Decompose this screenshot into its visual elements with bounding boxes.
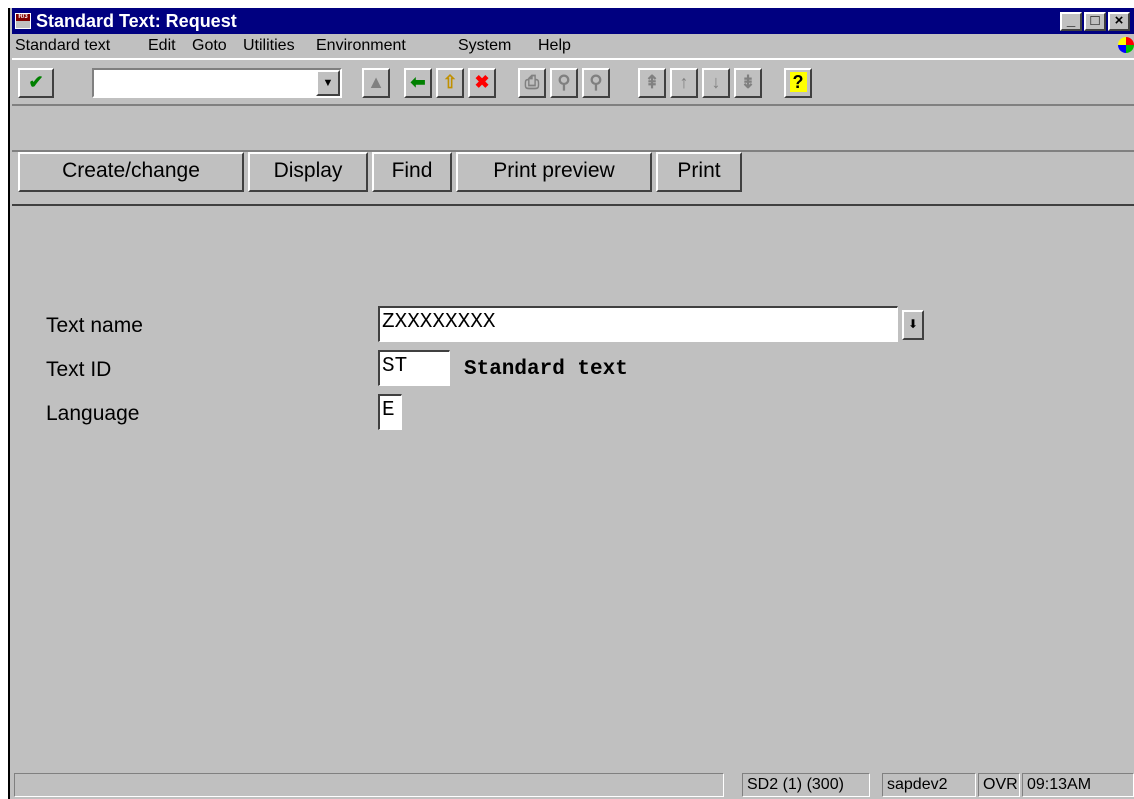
window-title: Standard Text: Request — [36, 11, 237, 31]
command-input[interactable] — [96, 71, 314, 95]
create-change-button[interactable]: Create/change — [18, 152, 244, 192]
maximize-button[interactable]: □ — [1084, 12, 1106, 31]
print-text-button[interactable]: Print — [656, 152, 742, 192]
window-frame: R/3 Standard Text: Request _ □ × Standar… — [8, 8, 1134, 799]
find-icon: ⚲ — [557, 72, 571, 92]
enter-button[interactable]: ✔ — [18, 68, 54, 98]
status-time: 09:13AM — [1022, 773, 1134, 797]
value-help-button[interactable]: ⬇ — [902, 310, 924, 340]
status-system[interactable]: SD2 (1) (300) — [742, 773, 870, 797]
selection-screen: Text name ZXXXXXXXX ⬇ Text ID ST Standar… — [12, 206, 1134, 769]
chevron-down-icon: ▼ — [322, 77, 334, 89]
close-button[interactable]: × — [1108, 12, 1130, 31]
arrow-down-icon: ⬇ — [907, 317, 919, 331]
status-message — [14, 773, 724, 797]
find-next-icon: ⚲ — [589, 72, 603, 92]
menu-system[interactable]: System — [458, 37, 511, 55]
status-bar: SD2 (1) (300) sapdev2 OVR 09:13AM — [12, 769, 1134, 799]
back-button[interactable]: ⬅ — [404, 68, 432, 98]
print-preview-button[interactable]: Print preview — [456, 152, 652, 192]
menu-help[interactable]: Help — [538, 37, 571, 55]
title-bar: R/3 Standard Text: Request _ □ × — [12, 8, 1134, 34]
menu-goto[interactable]: Goto — [192, 37, 227, 55]
previous-page-icon: ↑ — [679, 72, 689, 92]
back-arrow-icon: ⬅ — [410, 72, 426, 92]
menu-bar: Standard text Edit Goto Utilities Enviro… — [12, 34, 1134, 58]
print-button[interactable]: ⎙ — [518, 68, 546, 98]
display-button[interactable]: Display — [248, 152, 368, 192]
last-page-icon: ⇟ — [740, 72, 756, 92]
cancel-x-icon: ✖ — [474, 72, 490, 92]
text-name-label: Text name — [46, 314, 143, 337]
save-icon: ▲ — [367, 72, 385, 92]
exit-up-icon: ⇧ — [442, 72, 458, 92]
find-next-button[interactable]: ⚲ — [582, 68, 610, 98]
find-button[interactable]: ⚲ — [550, 68, 578, 98]
menu-edit[interactable]: Edit — [148, 37, 176, 55]
exit-button[interactable]: ⇧ — [436, 68, 464, 98]
print-icon: ⎙ — [524, 72, 540, 92]
next-page-button[interactable]: ↓ — [702, 68, 730, 98]
command-field[interactable]: ▼ — [92, 68, 342, 98]
cancel-button[interactable]: ✖ — [468, 68, 496, 98]
language-label: Language — [46, 402, 140, 425]
sap-session-icon — [1118, 37, 1134, 53]
status-server: sapdev2 — [882, 773, 976, 797]
first-page-icon: ⇞ — [644, 72, 660, 92]
find-text-button[interactable]: Find — [372, 152, 452, 192]
help-icon: ? — [789, 72, 807, 92]
command-dropdown-button[interactable]: ▼ — [316, 70, 340, 96]
text-name-input[interactable]: ZXXXXXXXX — [378, 306, 898, 342]
minimize-button[interactable]: _ — [1060, 12, 1082, 31]
help-button[interactable]: ? — [784, 68, 812, 98]
sap-window: R/3 Standard Text: Request _ □ × Standar… — [0, 0, 1134, 799]
application-toolbar: Create/change Display Find Print preview… — [12, 106, 1134, 206]
text-id-description: Standard text — [464, 358, 628, 381]
save-button[interactable]: ▲ — [362, 68, 390, 98]
text-id-label: Text ID — [46, 358, 112, 381]
first-page-button[interactable]: ⇞ — [638, 68, 666, 98]
sap-r3-icon[interactable]: R/3 — [15, 13, 31, 29]
next-page-icon: ↓ — [711, 72, 721, 92]
menu-environment[interactable]: Environment — [316, 37, 406, 55]
language-input[interactable]: E — [378, 394, 402, 430]
previous-page-button[interactable]: ↑ — [670, 68, 698, 98]
last-page-button[interactable]: ⇟ — [734, 68, 762, 98]
text-id-input[interactable]: ST — [378, 350, 450, 386]
checkmark-icon: ✔ — [28, 72, 44, 92]
menu-utilities[interactable]: Utilities — [243, 37, 295, 55]
standard-toolbar: ✔ ▼ ▲ ⬅ ⇧ ✖ ⎙ ⚲ ⚲ ⇞ ↑ ↓ ⇟ ? — [12, 58, 1134, 106]
menu-standard-text[interactable]: Standard text — [15, 37, 110, 55]
status-mode[interactable]: OVR — [978, 773, 1020, 797]
